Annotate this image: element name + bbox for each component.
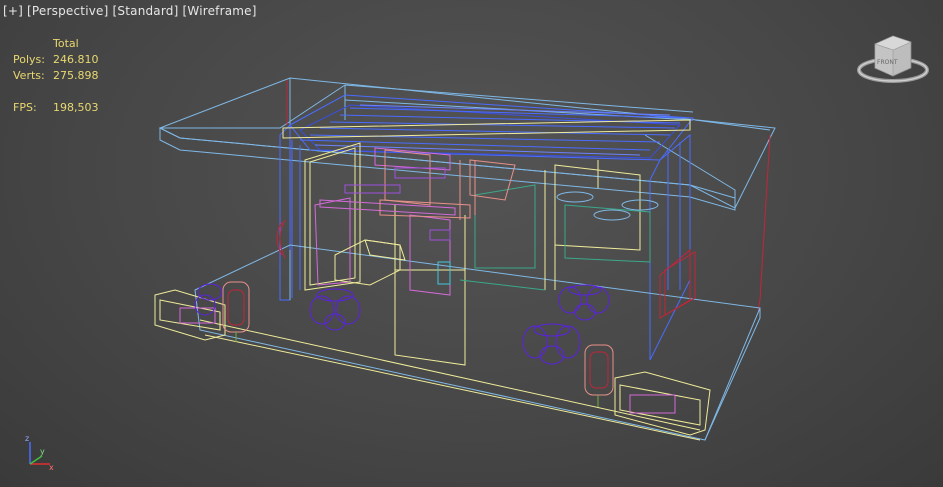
axis-z-label: z	[25, 434, 29, 443]
wall-panels-red	[276, 219, 696, 319]
axis-x-label: x	[49, 463, 54, 472]
viewcube-front-label[interactable]: FRONT	[877, 59, 898, 66]
table-set-center	[522, 323, 581, 365]
signage-wireframe	[344, 167, 451, 241]
ceiling-structure-wireframe	[289, 94, 694, 161]
totem-left-wireframe	[222, 281, 250, 342]
viewcube-navigation[interactable]: FRONT	[853, 30, 933, 90]
roof-edge-red	[286, 80, 771, 311]
left-planter-wireframe	[154, 289, 226, 341]
wireframe-scene[interactable]	[0, 0, 943, 487]
back-wall-wireframe	[279, 123, 691, 361]
totem-right-wireframe	[584, 344, 614, 407]
roof-canopy-wireframe	[158, 77, 776, 211]
table-set-left-front	[309, 288, 361, 331]
axis-tripod: z x y	[25, 434, 54, 472]
3d-viewport[interactable]: [+] [Perspective] [Standard] [Wireframe]…	[0, 0, 943, 487]
right-planter-wireframe	[614, 371, 711, 436]
table-set-left-back	[194, 283, 223, 316]
interior-partitions-wireframe	[282, 119, 691, 366]
axis-y-label: y	[40, 447, 45, 456]
table-set-right	[558, 284, 610, 321]
